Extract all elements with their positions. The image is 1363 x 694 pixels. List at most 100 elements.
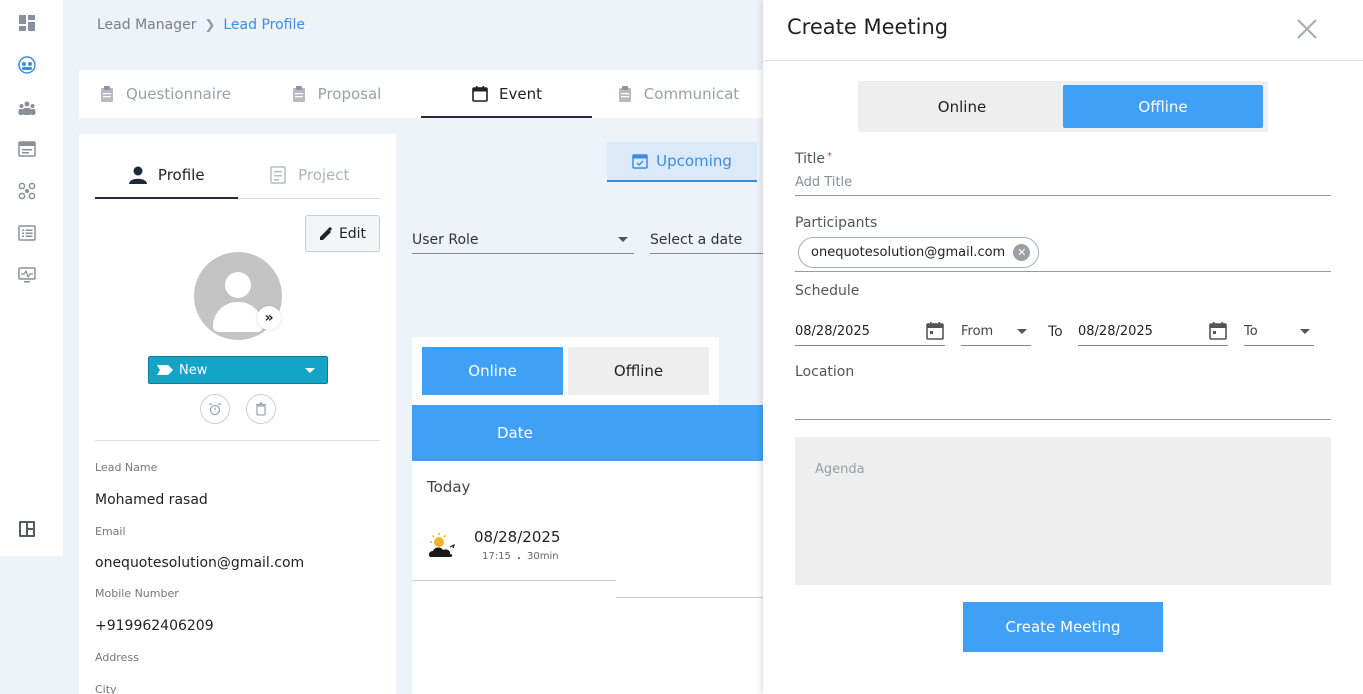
online-option[interactable]: Online bbox=[862, 85, 1062, 128]
calendar-icon[interactable] bbox=[925, 321, 945, 341]
meeting-mode-toggle: Online Offline bbox=[858, 81, 1268, 132]
agenda-textarea[interactable]: Agenda bbox=[795, 437, 1331, 585]
mobile-value: +919962406209 bbox=[95, 618, 214, 634]
location-label: Location bbox=[795, 364, 855, 380]
divider bbox=[95, 440, 380, 441]
tab-upcoming[interactable]: Upcoming bbox=[607, 142, 757, 182]
tab-label: Profile bbox=[157, 166, 205, 184]
create-meeting-button[interactable]: Create Meeting bbox=[963, 602, 1163, 652]
email-value: onequotesolution@gmail.com bbox=[95, 555, 305, 571]
tab-profile[interactable]: Profile bbox=[95, 152, 238, 199]
delete-button[interactable] bbox=[246, 394, 276, 424]
participant-chip[interactable]: onequotesolution@gmail.com ✕ bbox=[798, 237, 1040, 268]
end-date-value: 08/28/2025 bbox=[1078, 324, 1153, 339]
dashboard-icon[interactable] bbox=[17, 13, 37, 33]
start-date-input[interactable]: 08/28/2025 bbox=[795, 318, 945, 346]
caret-down-icon bbox=[1300, 329, 1310, 334]
group-label: Today bbox=[427, 478, 471, 496]
clipboard-icon bbox=[618, 86, 631, 102]
person-icon bbox=[128, 166, 147, 184]
title-underline bbox=[795, 195, 1331, 196]
drawer-header: Create Meeting bbox=[763, 0, 1363, 61]
event-duration: 30min bbox=[527, 551, 559, 562]
to-time-select[interactable]: To bbox=[1244, 318, 1314, 346]
agenda-placeholder: Agenda bbox=[815, 462, 865, 477]
separator-dot: . bbox=[517, 551, 521, 562]
from-time-select[interactable]: From bbox=[961, 318, 1031, 346]
mobile-label: Mobile Number bbox=[95, 587, 179, 600]
remove-chip-icon[interactable]: ✕ bbox=[1013, 244, 1031, 261]
drawer-title: Create Meeting bbox=[787, 15, 949, 39]
participants-label: Participants bbox=[795, 215, 878, 231]
location-input[interactable] bbox=[795, 419, 1331, 420]
date-select[interactable]: Select a date bbox=[650, 226, 763, 254]
email-label: Email bbox=[95, 525, 126, 538]
participant-email: onequotesolution@gmail.com bbox=[811, 245, 1006, 260]
lead-name-value: Mohamed rasad bbox=[95, 492, 208, 508]
tab-label: Event bbox=[499, 85, 542, 103]
events-table-header: Date bbox=[412, 405, 763, 461]
layout-icon[interactable] bbox=[17, 519, 37, 539]
trash-icon bbox=[256, 402, 266, 416]
title-label-text: Title bbox=[795, 151, 826, 167]
status-label: New bbox=[179, 362, 208, 378]
lead-name-label: Lead Name bbox=[95, 461, 158, 474]
address-label: Address bbox=[95, 651, 139, 664]
online-toggle[interactable]: Online bbox=[422, 347, 563, 395]
calendar-board-icon[interactable] bbox=[17, 139, 37, 159]
divider bbox=[616, 597, 763, 598]
list-icon[interactable] bbox=[17, 223, 37, 243]
to-separator: To bbox=[1048, 324, 1063, 340]
tab-communication[interactable]: Communicat bbox=[592, 70, 763, 118]
lead-tabs: Questionnaire Proposal Event Communicat bbox=[79, 70, 763, 118]
caret-down-icon bbox=[618, 237, 628, 242]
offline-option[interactable]: Offline bbox=[1063, 85, 1263, 128]
edit-button[interactable]: Edit bbox=[305, 215, 380, 252]
team-icon[interactable] bbox=[17, 98, 37, 118]
tab-project[interactable]: Project bbox=[238, 152, 381, 198]
profile-card: Profile Project Edit » New Lead Name Moh… bbox=[79, 134, 396, 694]
end-date-input[interactable]: 08/28/2025 bbox=[1078, 318, 1228, 346]
tab-label: Project bbox=[298, 166, 350, 184]
date-select-label: Select a date bbox=[650, 231, 743, 248]
breadcrumb: Lead Manager ❯ Lead Profile bbox=[97, 17, 305, 33]
to-time-label: To bbox=[1244, 324, 1258, 339]
tab-label: Questionnaire bbox=[125, 85, 232, 103]
user-role-select[interactable]: User Role bbox=[412, 226, 634, 254]
offline-toggle[interactable]: Offline bbox=[568, 347, 709, 395]
tab-event[interactable]: Event bbox=[421, 70, 592, 118]
tab-label: Communicat bbox=[643, 85, 740, 103]
calendar-icon bbox=[472, 86, 488, 102]
alarm-button[interactable] bbox=[200, 394, 230, 424]
close-icon[interactable] bbox=[1295, 17, 1319, 41]
profile-tabs: Profile Project bbox=[95, 152, 380, 199]
caret-down-icon bbox=[305, 368, 315, 373]
clipboard-icon bbox=[100, 86, 113, 102]
chevron-right-icon: ❯ bbox=[204, 17, 216, 33]
divider bbox=[412, 580, 616, 581]
monitor-icon[interactable] bbox=[17, 265, 37, 285]
pencil-icon bbox=[319, 226, 333, 240]
title-input[interactable]: Add Title bbox=[795, 175, 852, 190]
breadcrumb-parent[interactable]: Lead Manager bbox=[97, 17, 196, 33]
alarm-icon bbox=[209, 403, 221, 416]
double-chevron-right-icon[interactable]: » bbox=[257, 306, 281, 330]
tab-proposal[interactable]: Proposal bbox=[250, 70, 421, 118]
participants-underline bbox=[795, 271, 1331, 272]
leads-icon[interactable] bbox=[17, 55, 37, 75]
calendar-icon[interactable] bbox=[1208, 321, 1228, 341]
tab-questionnaire[interactable]: Questionnaire bbox=[79, 70, 250, 118]
caret-down-icon bbox=[1017, 329, 1027, 334]
event-date[interactable]: 08/28/2025 bbox=[474, 528, 560, 546]
upcoming-label: Upcoming bbox=[656, 152, 732, 170]
schedule-label: Schedule bbox=[795, 283, 860, 299]
required-mark: * bbox=[827, 151, 833, 162]
sun-cloud-icon bbox=[428, 533, 458, 563]
from-label: From bbox=[961, 324, 994, 339]
events-list: Today 08/28/2025 17:15 . 30min bbox=[412, 461, 763, 694]
status-dropdown[interactable]: New bbox=[148, 356, 328, 384]
breadcrumb-current: Lead Profile bbox=[223, 17, 305, 33]
event-mode-toggle: Online Offline bbox=[412, 337, 719, 405]
network-icon[interactable] bbox=[17, 181, 37, 201]
edit-label: Edit bbox=[338, 225, 367, 242]
